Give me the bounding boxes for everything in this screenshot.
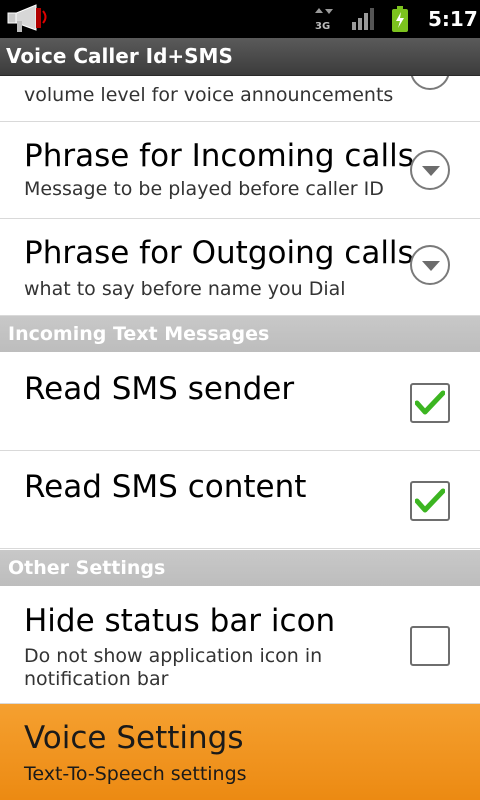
setting-summary: volume level for voice announcements (24, 84, 394, 106)
setting-voice-settings[interactable]: Voice Settings Text-To-Speech settings (0, 704, 480, 800)
checkbox-read-sms-sender[interactable] (410, 383, 450, 423)
dropdown-icon[interactable] (410, 245, 450, 285)
check-mark-icon (415, 390, 445, 415)
check-mark-icon (415, 488, 445, 513)
status-bar: 3G 5:17 (0, 0, 480, 38)
section-header-label: Other Settings (8, 557, 166, 579)
setting-summary: Text-To-Speech settings (24, 763, 247, 785)
network-3g-icon: 3G (314, 7, 336, 32)
setting-title: Read SMS content (24, 469, 307, 505)
signal-icon (352, 8, 376, 30)
settings-list[interactable]: volume level for voice announcements Phr… (0, 76, 480, 800)
setting-phrase-outgoing[interactable]: Phrase for Outgoing calls what to say be… (0, 219, 480, 316)
setting-title: Voice Settings (24, 720, 244, 756)
section-header-incoming-text: Incoming Text Messages (0, 316, 480, 352)
setting-phrase-incoming[interactable]: Phrase for Incoming calls Message to be … (0, 122, 480, 219)
section-header-label: Incoming Text Messages (8, 323, 270, 345)
status-clock: 5:17 (428, 7, 478, 31)
setting-summary: what to say before name you Dial (24, 278, 346, 300)
dropdown-icon[interactable] (410, 76, 450, 90)
svg-text:3G: 3G (315, 21, 330, 31)
setting-volume-level[interactable]: volume level for voice announcements (0, 76, 480, 122)
checkbox-hide-status-bar-icon[interactable] (410, 626, 450, 666)
setting-summary: Message to be played before caller ID (24, 178, 384, 200)
megaphone-icon (6, 2, 50, 36)
setting-read-sms-sender[interactable]: Read SMS sender (0, 353, 480, 451)
app-title: Voice Caller Id+SMS (6, 44, 233, 68)
setting-title: Phrase for Outgoing calls (24, 235, 414, 271)
checkbox-read-sms-content[interactable] (410, 481, 450, 521)
setting-read-sms-content[interactable]: Read SMS content (0, 451, 480, 549)
setting-title: Read SMS sender (24, 371, 295, 407)
dropdown-icon[interactable] (410, 150, 450, 190)
title-bar: Voice Caller Id+SMS (0, 38, 480, 76)
section-header-other-settings: Other Settings (0, 550, 480, 586)
setting-summary: Do not show application icon in notifica… (24, 645, 323, 690)
setting-hide-status-bar-icon[interactable]: Hide status bar icon Do not show applica… (0, 587, 480, 704)
setting-title: Hide status bar icon (24, 603, 336, 639)
battery-charging-icon (392, 6, 408, 32)
setting-title: Phrase for Incoming calls (24, 138, 414, 174)
